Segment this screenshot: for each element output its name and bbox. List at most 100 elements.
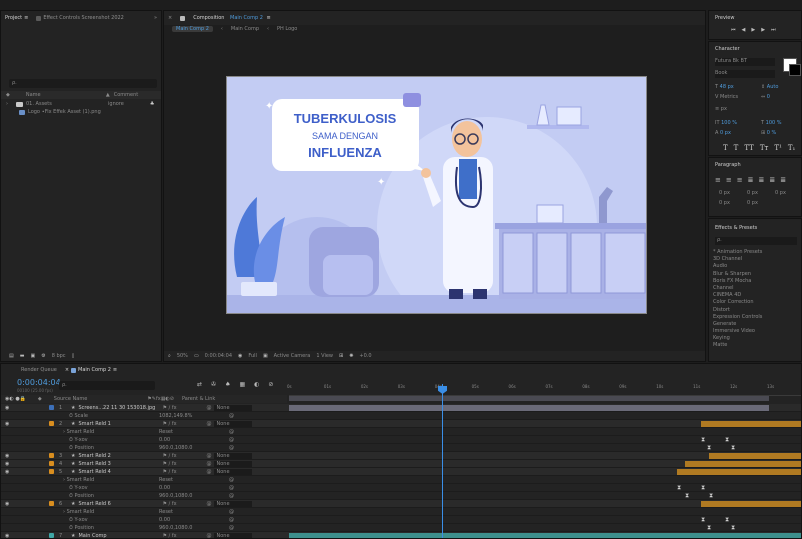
tsume-field[interactable]: ⊞ 0 %	[761, 130, 776, 136]
indent-left-value[interactable]: 0 px	[719, 190, 730, 196]
parent-select[interactable]: None	[214, 404, 253, 411]
layer-switches[interactable]: ⚑ ∕ fx	[162, 469, 198, 475]
property-row[interactable]: ⏱ Position 960.0,1080.0 @ ⧗ ⧗	[1, 492, 801, 500]
justify-all-icon[interactable]: ≣	[780, 176, 786, 184]
col-comment-header[interactable]: Comment	[114, 92, 139, 98]
layer-name[interactable]: Smart Reld 1	[78, 421, 162, 427]
parent-pickwhip-icon[interactable]: @	[206, 421, 211, 427]
col-name-header[interactable]: Name	[26, 92, 96, 98]
visibility-icon[interactable]: ◉	[5, 501, 27, 507]
resolution-select[interactable]: Full	[248, 353, 257, 359]
project-search-input[interactable]: ρ.	[9, 79, 157, 88]
kerning-field[interactable]: V Metrics	[715, 94, 738, 100]
stroke-width-field[interactable]: ≡ px	[715, 106, 727, 112]
effects-category-item[interactable]: Color Correction	[713, 299, 799, 306]
visibility-icon[interactable]: ◉	[5, 421, 27, 427]
graph-editor-icon[interactable]: ⊘	[268, 381, 273, 388]
property-value[interactable]: Reset	[159, 509, 229, 515]
keyframe-marker[interactable]: ⧗	[725, 516, 729, 524]
layer-row[interactable]: ◉ 6 ★ Smart Reld 6 ⚑ ∕ fx @ None	[1, 500, 801, 508]
first-frame-icon[interactable]: ⏮	[731, 27, 736, 33]
exposure-value[interactable]: +0.0	[359, 353, 371, 359]
layer-name[interactable]: Screens...22 11 30 153018.jpg	[78, 405, 162, 411]
property-row[interactable]: ⏱ Y-xov 0.00 @ ⧗ ⧗	[1, 516, 801, 524]
property-row[interactable]: ⏱ Position 960.0,1080.0 @ ⧗ ⧗	[1, 444, 801, 452]
keyframe-marker[interactable]: ⧗	[731, 524, 735, 532]
layer-switches[interactable]: ⚑ ∕ fx	[162, 533, 198, 539]
font-family-select[interactable]: Futura Bk BT	[715, 58, 775, 66]
effects-category-item[interactable]: Matte	[713, 342, 799, 349]
align-center-icon[interactable]: ≡	[726, 176, 732, 184]
layer-clip-bar[interactable]	[289, 533, 801, 538]
layer-clip-bar[interactable]	[677, 469, 801, 475]
layer-row[interactable]: ◉ 3 ★ Smart Reld 2 ⚑ ∕ fx @ None	[1, 452, 801, 460]
bit-depth-label[interactable]: 8 bpc	[52, 353, 66, 359]
faux-bold-icon[interactable]: T	[723, 144, 728, 152]
property-value[interactable]: 960.0,1080.0	[159, 445, 229, 451]
layer-name[interactable]: Smart Reld 4	[78, 469, 162, 475]
interpret-footage-icon[interactable]: ▤	[9, 353, 14, 359]
label-color-swatch[interactable]	[49, 469, 54, 474]
layer-clip-bar[interactable]	[701, 421, 801, 427]
parent-pickwhip-icon[interactable]: @	[206, 453, 211, 459]
project-item[interactable]: Logo ∙Fix Effek Asset (1).png	[1, 108, 161, 116]
all-caps-icon[interactable]: TT	[744, 144, 753, 152]
col-parent[interactable]: Parent & Link	[182, 396, 215, 402]
baseline-field[interactable]: A 0 px	[715, 130, 731, 136]
parent-select[interactable]: None	[214, 500, 253, 507]
view-select[interactable]: 1 View	[316, 353, 333, 359]
tab-composition[interactable]: Composition Main Comp 2 ≡	[193, 15, 271, 21]
col-source-name[interactable]: Source Name	[54, 396, 88, 402]
parent-pickwhip-icon[interactable]: @	[206, 405, 211, 411]
label-color-swatch[interactable]	[49, 405, 54, 410]
parent-pickwhip-icon[interactable]: @	[206, 501, 211, 507]
effects-category-item[interactable]: Immersive Video	[713, 328, 799, 335]
timeline-timecode[interactable]: 0:00:04:04	[17, 378, 61, 387]
trash-icon[interactable]: ▯	[72, 353, 75, 359]
horizontal-scale-field[interactable]: T 100 %	[761, 120, 782, 126]
layer-switches[interactable]: ⚑ ∕ fx	[162, 501, 198, 507]
next-frame-icon[interactable]: ▶	[761, 27, 765, 33]
breadcrumb-item[interactable]: Main Comp 2	[172, 25, 213, 32]
property-row[interactable]: ⏱ Position 960.0,1080.0 @ ⧗ ⧗	[1, 524, 801, 532]
panel-expand-icon[interactable]: »	[154, 15, 157, 21]
region-icon[interactable]: ▣	[263, 353, 268, 359]
tracking-field[interactable]: ⇔ 0	[761, 94, 770, 100]
layer-name[interactable]: Smart Reld 3	[78, 461, 162, 467]
effects-category-item[interactable]: Boris FX Mocha	[713, 278, 799, 285]
leading-field[interactable]: ⇕ Auto	[761, 84, 778, 90]
parent-pickwhip-icon[interactable]: @	[206, 461, 211, 467]
superscript-icon[interactable]: T¹	[774, 144, 781, 152]
faux-italic-icon[interactable]: T	[734, 144, 739, 152]
composition-viewer[interactable]: TUBERKULOSIS SAMA DENGAN INFLUENZA ✦ ✦	[226, 76, 647, 314]
parent-select[interactable]: None	[214, 532, 253, 538]
justify-center-icon[interactable]: ≣	[759, 176, 765, 184]
parent-pickwhip-icon[interactable]: @	[206, 533, 211, 539]
layer-switches[interactable]: ⚑ ∕ fx	[162, 405, 198, 411]
project-item[interactable]: › 01. Assets ignore ♣	[1, 100, 161, 108]
font-size-field[interactable]: T 48 px	[715, 84, 734, 90]
layer-row[interactable]: ◉ 2 ★ Smart Reld 1 ⚑ ∕ fx @ None	[1, 420, 801, 428]
new-comp-icon[interactable]: ▣	[30, 353, 35, 359]
label-color-swatch[interactable]	[49, 533, 54, 538]
effects-category-item[interactable]: Keying	[713, 335, 799, 342]
visibility-icon[interactable]: ◉	[5, 453, 27, 459]
layer-name[interactable]: Smart Reld 6	[78, 501, 162, 507]
magnifier-icon[interactable]: ⌕	[168, 353, 171, 359]
settings-icon[interactable]: ⚙	[41, 353, 45, 359]
lock-icon[interactable]	[180, 15, 186, 21]
keyframe-marker[interactable]: ⧗	[701, 516, 705, 524]
property-value[interactable]: Reset	[159, 429, 229, 435]
tab-project[interactable]: Project ≡	[5, 15, 28, 21]
draft-3d-icon[interactable]: ✇	[211, 381, 216, 388]
label-color-swatch[interactable]	[49, 421, 54, 426]
stroke-color-swatch[interactable]	[789, 64, 801, 76]
property-value[interactable]: 0.00	[159, 485, 229, 491]
subscript-icon[interactable]: T₁	[788, 144, 795, 152]
comp-flowchart-icon[interactable]: ⇄	[197, 381, 202, 388]
layer-switches[interactable]: ⚑ ∕ fx	[162, 453, 198, 459]
visibility-icon[interactable]: ◉	[5, 533, 27, 539]
effects-category-item[interactable]: Channel	[713, 285, 799, 292]
parent-pickwhip-icon[interactable]: @	[206, 469, 211, 475]
tab-render-queue[interactable]: Render Queue	[21, 367, 57, 373]
